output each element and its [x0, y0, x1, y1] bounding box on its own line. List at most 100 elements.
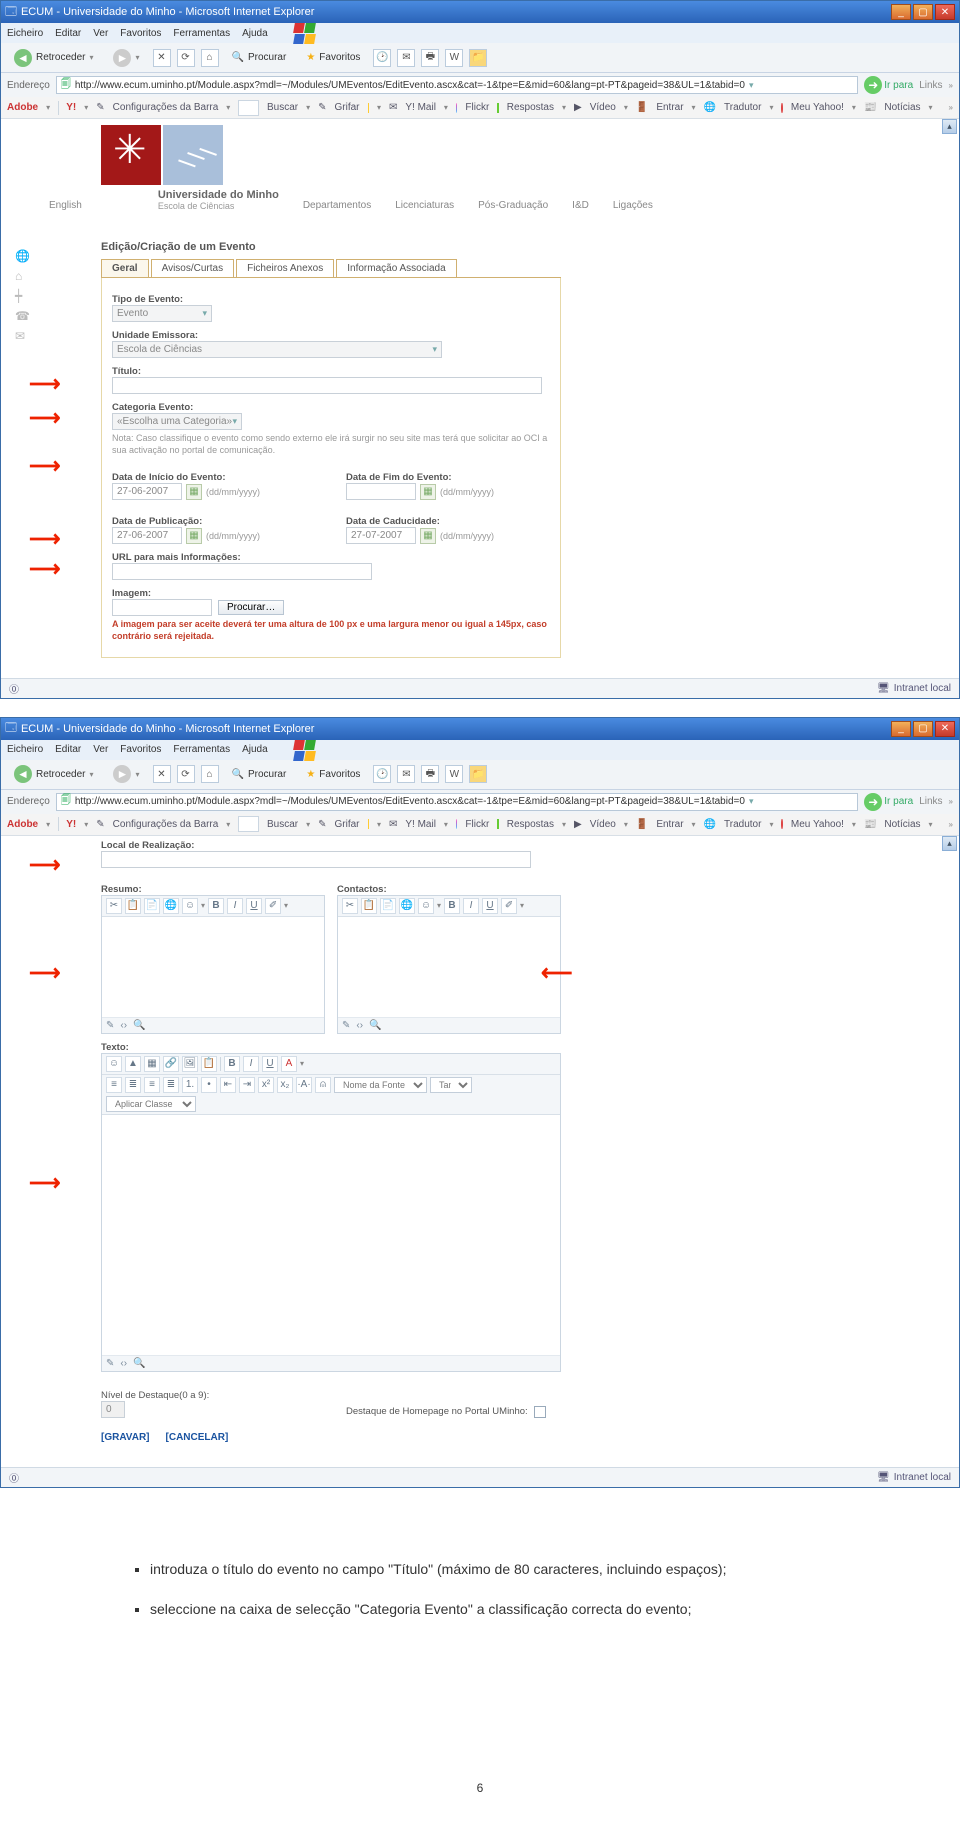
nav-ligacoes[interactable]: Ligações [613, 200, 653, 211]
scroll-up-button[interactable]: ▴ [942, 119, 957, 134]
menu-edit[interactable]: Editar [55, 28, 81, 39]
justify-icon[interactable]: ≣ [163, 1077, 179, 1093]
address-input[interactable]: 🗐 http://www.ecum.uminho.pt/Module.aspx?… [56, 76, 858, 94]
back-button[interactable]: ◄Retroceder ▾ [7, 762, 100, 786]
list-bullet-icon[interactable]: • [201, 1077, 217, 1093]
brush-icon[interactable]: ✐ [265, 898, 281, 914]
stop-button[interactable]: ✕ [153, 49, 171, 67]
align-right-icon[interactable]: ≡ [144, 1077, 160, 1093]
calendar-icon[interactable]: ▦ [420, 528, 436, 544]
tab-geral[interactable]: Geral [101, 259, 149, 277]
yahoo-buscar[interactable]: Buscar [267, 102, 298, 113]
imagem-input[interactable] [112, 599, 212, 616]
font-select[interactable]: Nome da Fonte [334, 1077, 427, 1093]
unidade-select[interactable]: Escola de Ciências▾ [112, 341, 442, 358]
cancelar-link[interactable]: [CANCELAR] [166, 1432, 229, 1443]
tipo-select[interactable]: Evento▾ [112, 305, 212, 322]
go-button[interactable]: ➜Ir para [864, 76, 913, 94]
calendar-icon[interactable]: ▦ [420, 484, 436, 500]
refresh-button[interactable]: ⟳ [177, 49, 195, 67]
underline-icon[interactable]: U [246, 898, 262, 914]
data-pub-input[interactable]: 27-06-2007 [112, 527, 182, 544]
history-button[interactable]: 🕑 [373, 49, 391, 67]
titulo-input[interactable] [112, 377, 542, 394]
nav-departamentos[interactable]: Departamentos [303, 200, 371, 211]
menu-file[interactable]: Eicheiro [7, 28, 43, 39]
scroll-up-button[interactable]: ▴ [942, 836, 957, 851]
mail-button[interactable]: ✉ [397, 49, 415, 67]
links-label[interactable]: Links [919, 80, 942, 91]
nav-licenciaturas[interactable]: Licenciaturas [395, 200, 454, 211]
align-left-icon[interactable]: ≡ [106, 1077, 122, 1093]
preview-icon[interactable]: 🔍 [133, 1020, 145, 1031]
folder-button[interactable]: 📁 [469, 49, 487, 67]
bold-icon[interactable]: B [208, 898, 224, 914]
html-icon[interactable]: ‹› [120, 1020, 127, 1031]
smiley-icon[interactable]: ☺ [182, 898, 198, 914]
destaque-checkbox[interactable] [534, 1406, 546, 1418]
paste-icon[interactable]: 📄 [144, 898, 160, 914]
contactos-editor[interactable]: ✂📋📄🌐☺▾ BIU✐▾ ✎‹›🔍 [337, 895, 561, 1034]
english-link[interactable]: English [49, 200, 82, 211]
close-button[interactable]: ✕ [935, 4, 955, 20]
home-icon[interactable]: ⌂ [15, 269, 30, 283]
word-button[interactable]: W [445, 49, 463, 67]
yahoo-logo-icon[interactable]: Y! [66, 102, 76, 113]
calendar-icon[interactable]: ▦ [186, 528, 202, 544]
menu-favorites[interactable]: Favoritos [120, 28, 161, 39]
print-button[interactable]: 🖶 [421, 49, 439, 67]
align-center-icon[interactable]: ≣ [125, 1077, 141, 1093]
back-button[interactable]: ◄Retroceder ▾ [7, 46, 100, 70]
design-icon[interactable]: ✎ [106, 1020, 114, 1031]
forward-button[interactable]: ►▾ [106, 46, 146, 70]
data-fim-input[interactable] [346, 483, 416, 500]
gravar-link[interactable]: [GRAVAR] [101, 1432, 150, 1443]
url-input[interactable] [112, 563, 372, 580]
copy-icon[interactable]: 📋 [125, 898, 141, 914]
yahoo-search-input[interactable] [238, 100, 259, 116]
menu-help[interactable]: Ajuda [242, 28, 268, 39]
italic-icon[interactable]: I [227, 898, 243, 914]
categoria-select[interactable]: «Escolha uma Categoria»▾ [112, 413, 242, 430]
globe-icon[interactable]: 🌐 [163, 898, 179, 914]
data-inicio-input[interactable]: 27-06-2007 [112, 483, 182, 500]
meuyahoo-icon [781, 103, 782, 113]
data-cad-input[interactable]: 27-07-2007 [346, 527, 416, 544]
adobe-label[interactable]: Adobe [7, 102, 38, 113]
close-button[interactable]: ✕ [935, 721, 955, 737]
titlebar: 🗔 ECUM - Universidade do Minho - Microso… [1, 1, 959, 23]
home-button[interactable]: ⌂ [201, 49, 219, 67]
forward-button[interactable]: ►▾ [106, 762, 146, 786]
maximize-button[interactable]: ▢ [913, 721, 933, 737]
outdent-icon[interactable]: ⇤ [220, 1077, 236, 1093]
nav-id[interactable]: I&D [572, 200, 589, 211]
procurar-button[interactable]: Procurar… [218, 600, 284, 615]
address-input[interactable]: 🗐 http://www.ecum.uminho.pt/Module.aspx?… [56, 793, 858, 811]
favorites-button[interactable]: ★Favoritos [299, 49, 367, 66]
list-num-icon[interactable]: 1. [182, 1077, 198, 1093]
size-select[interactable]: Tam [430, 1077, 472, 1093]
nav-posgrad[interactable]: Pós-Graduação [478, 200, 548, 211]
menu-view[interactable]: Ver [93, 28, 108, 39]
class-select[interactable]: Aplicar Classe CS [106, 1096, 196, 1112]
minimize-button[interactable]: _ [891, 4, 911, 20]
print-icon[interactable]: ☎ [15, 309, 30, 323]
nivel-input[interactable]: 0 [101, 1401, 125, 1418]
news-icon: 📰 [864, 102, 876, 113]
cut-icon[interactable]: ✂ [106, 898, 122, 914]
globe-icon[interactable]: 🌐 [15, 249, 30, 263]
mail2-icon[interactable]: ✉ [15, 329, 30, 343]
minimize-button[interactable]: _ [891, 721, 911, 737]
tab-informacao[interactable]: Informação Associada [336, 259, 456, 277]
search-button[interactable]: 🔍Procurar [225, 49, 294, 66]
resumo-editor[interactable]: ✂ 📋 📄 🌐 ☺ ▾ B I U ✐ ▾ [101, 895, 325, 1034]
tab-ficheiros[interactable]: Ficheiros Anexos [236, 259, 334, 277]
indent-icon[interactable]: ⇥ [239, 1077, 255, 1093]
texto-editor[interactable]: ☺▲▦🔗🖼📋 BIUA▾ ≡≣≡≣ 1.• ⇤⇥ x²x₂ ·A·⍝ Nome … [101, 1053, 561, 1372]
local-input[interactable] [101, 851, 531, 868]
tab-avisos[interactable]: Avisos/Curtas [151, 259, 235, 277]
sitemap-icon[interactable]: ┿ [15, 289, 30, 303]
menu-tools[interactable]: Ferramentas [173, 28, 230, 39]
calendar-icon[interactable]: ▦ [186, 484, 202, 500]
maximize-button[interactable]: ▢ [913, 4, 933, 20]
